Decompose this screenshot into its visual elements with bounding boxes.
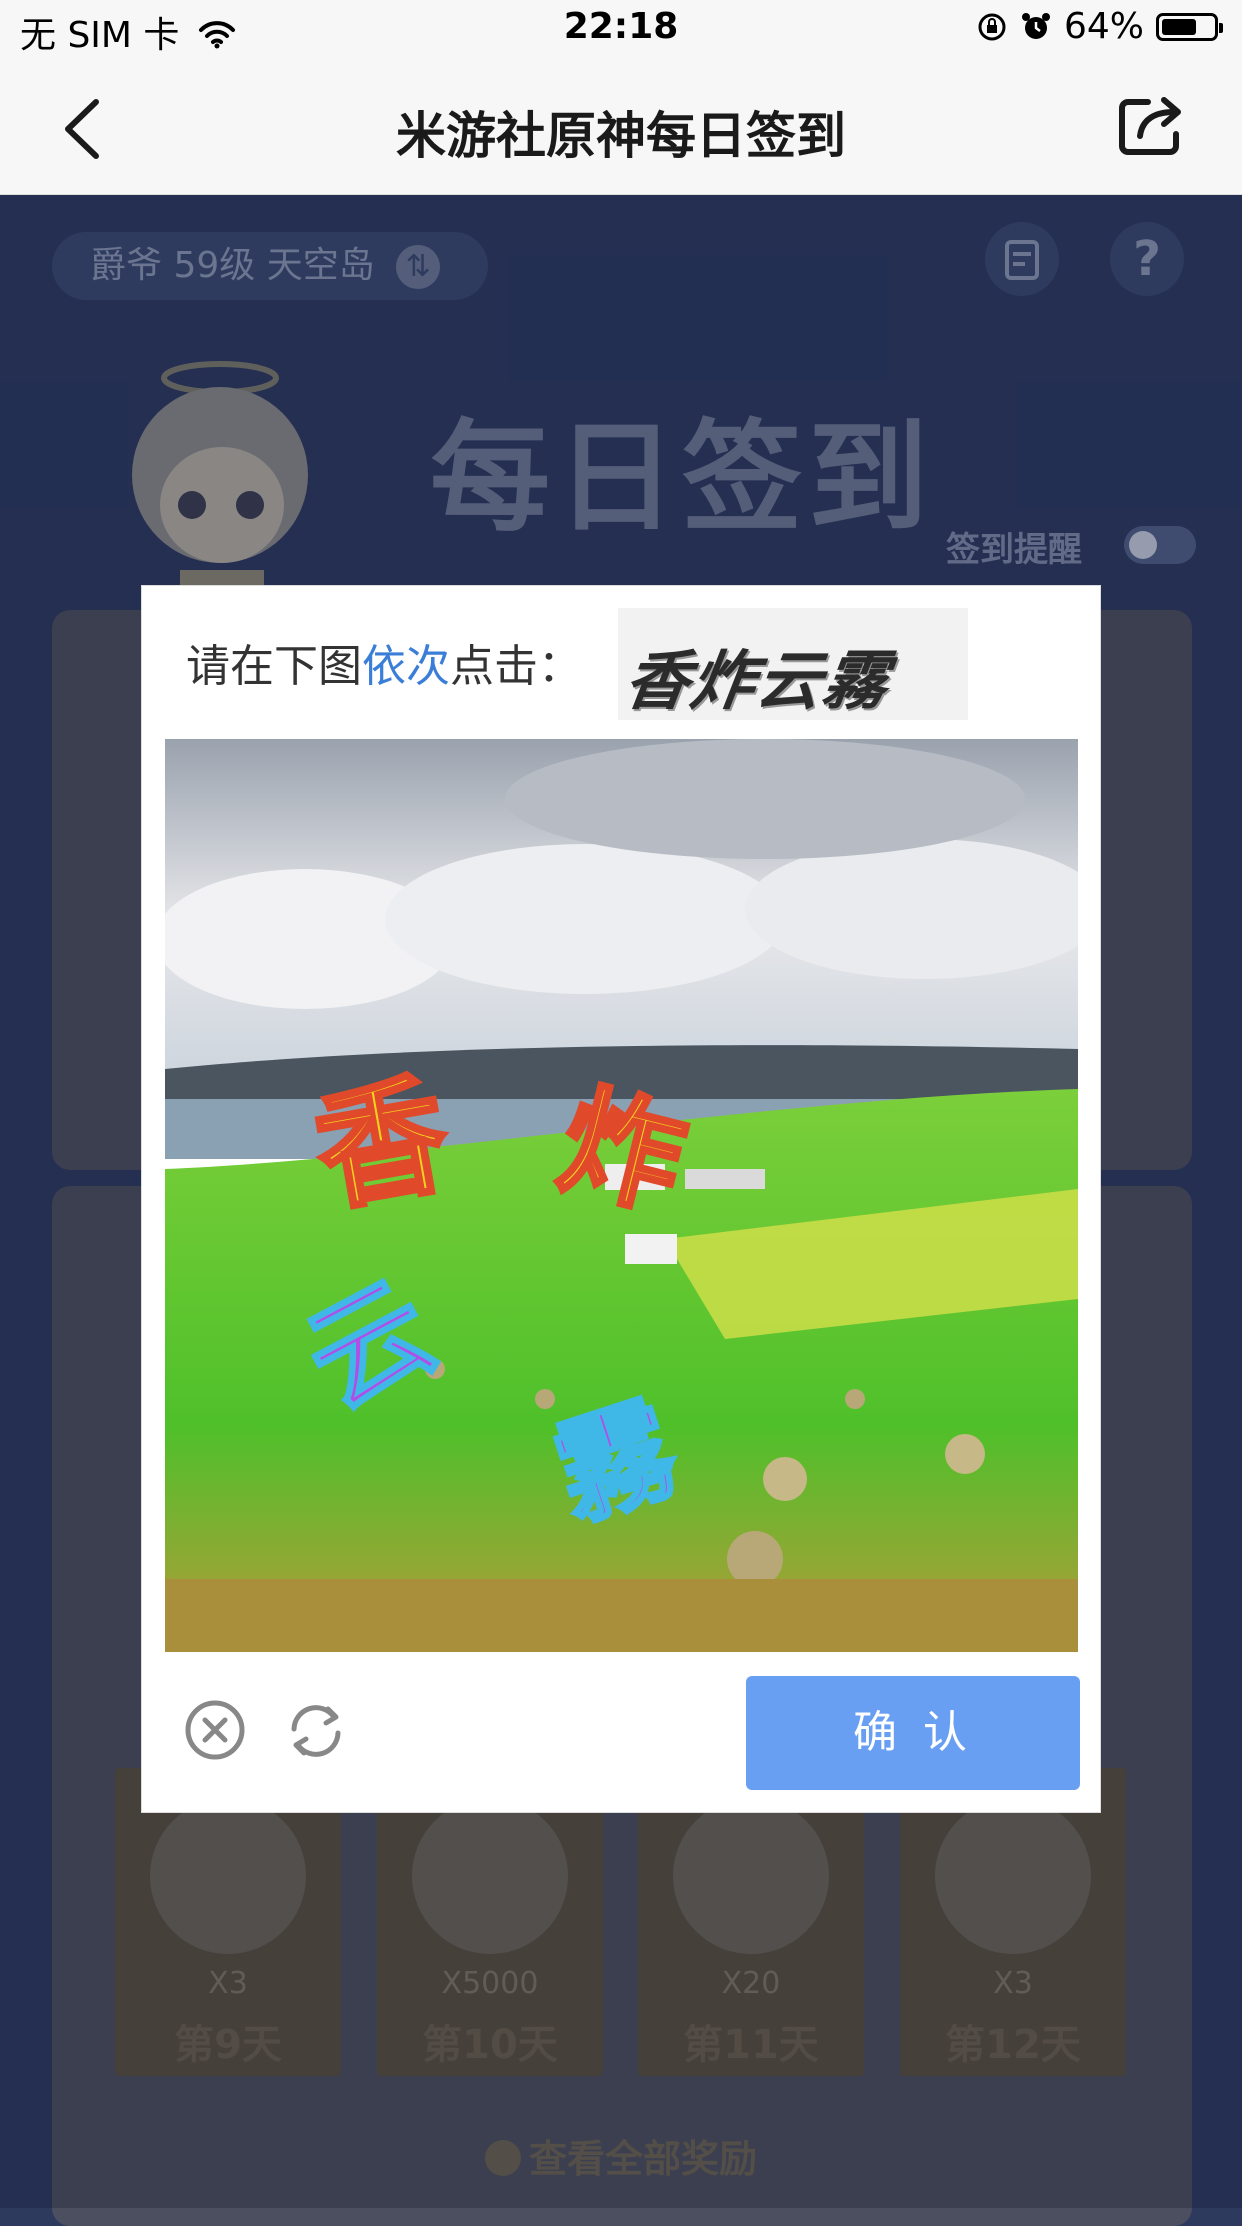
nav-bar: 米游社原神每日签到 <box>0 62 1242 195</box>
prompt-highlight: 依次 <box>362 641 450 692</box>
confirm-button[interactable]: 确 认 <box>746 1676 1080 1790</box>
battery-icon <box>1156 12 1223 41</box>
close-icon[interactable] <box>184 1699 246 1761</box>
prompt-suffix: 点击： <box>450 641 582 692</box>
share-icon[interactable] <box>1118 94 1186 158</box>
refresh-icon[interactable] <box>284 1699 348 1763</box>
status-bar: 无 SIM 卡 22:18 64% <box>0 0 1242 62</box>
hint-chars: 香炸云霧 <box>619 645 895 719</box>
battery-percent: 64% <box>1063 6 1144 47</box>
captcha-image[interactable]: 香 炸 云 霧 <box>165 739 1078 1652</box>
orientation-lock-icon <box>978 13 1006 40</box>
captcha-prompt: 请在下图依次点击： <box>186 630 582 694</box>
alarm-icon <box>1021 12 1050 39</box>
captcha-hint-image: 香炸云霧 <box>618 608 968 720</box>
captcha-dialog: 请在下图依次点击： 香炸云霧 香 炸 云 霧 确 认 <box>141 585 1101 1813</box>
status-right: 64% <box>976 6 1223 47</box>
prompt-prefix: 请在下图 <box>186 641 362 692</box>
page-title: 米游社原神每日签到 <box>396 107 846 165</box>
